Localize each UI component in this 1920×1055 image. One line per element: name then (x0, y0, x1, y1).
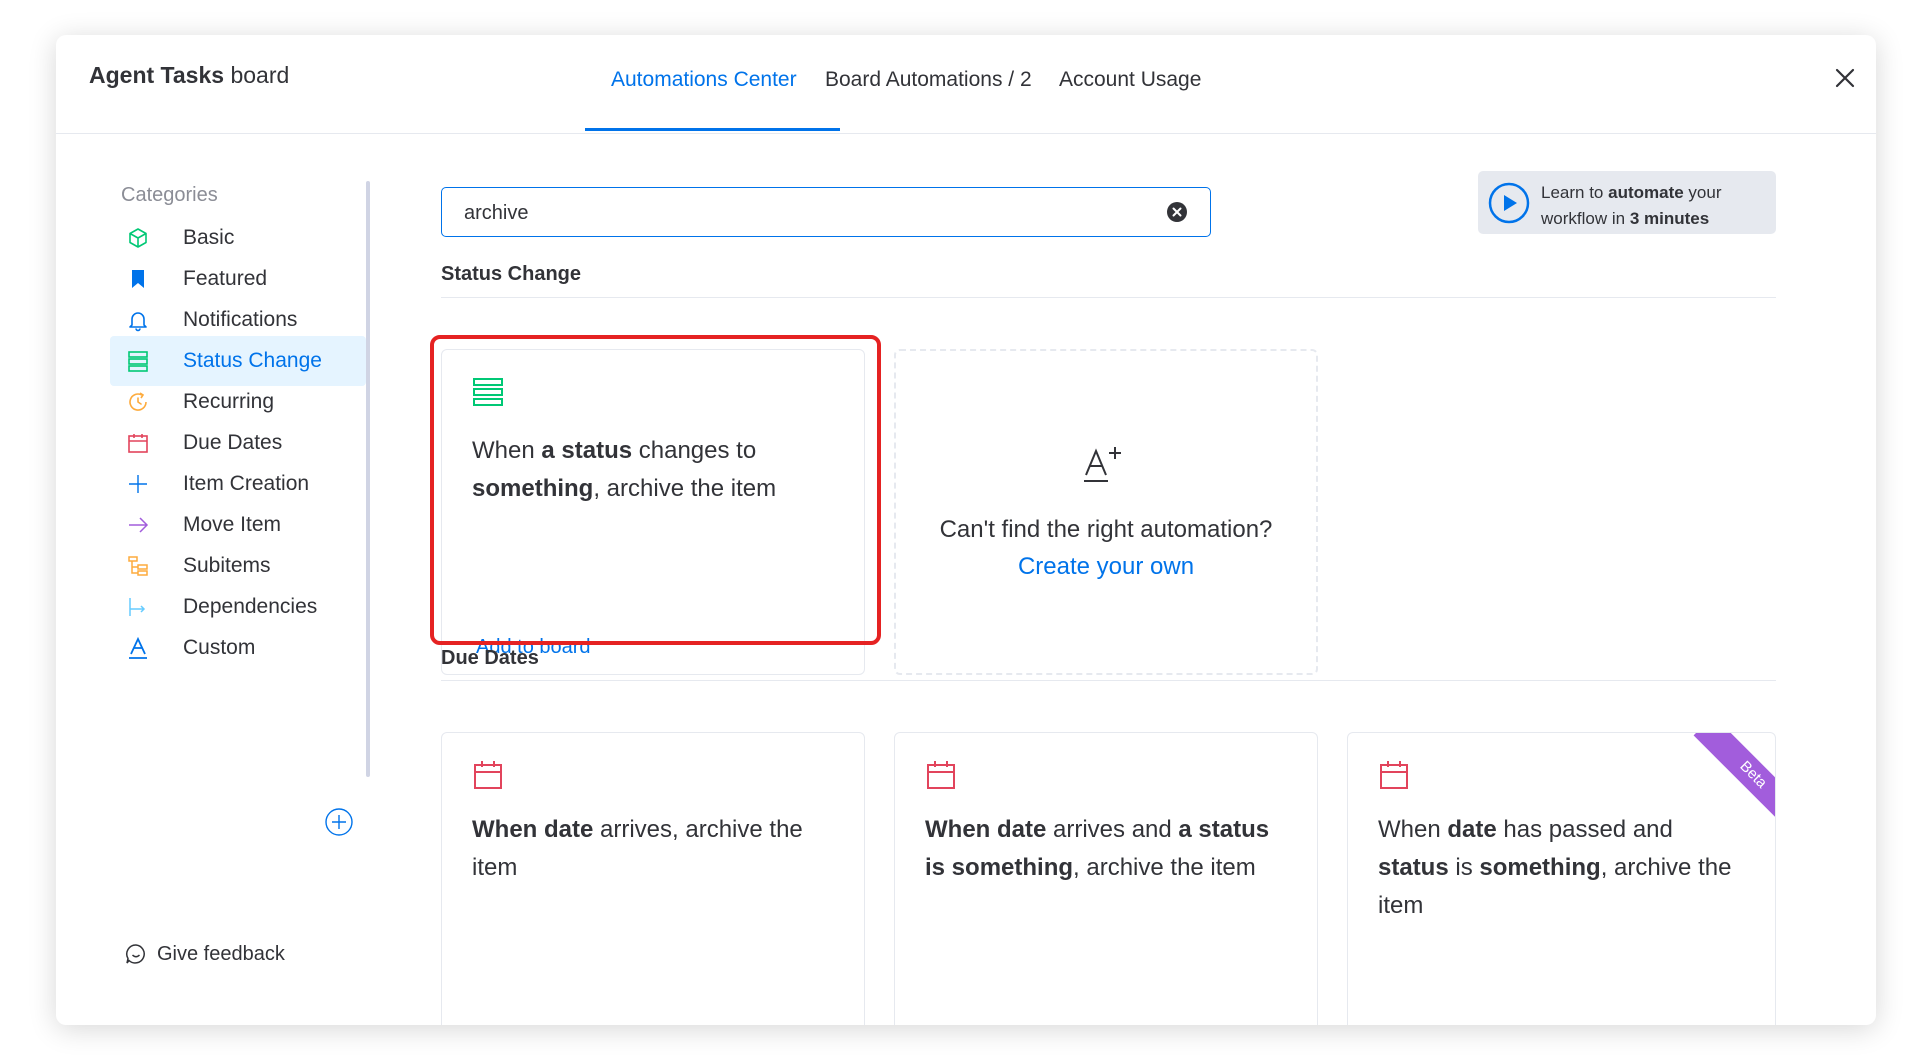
category-label: Item Creation (183, 472, 310, 495)
category-custom[interactable]: Custom (110, 623, 366, 673)
modal-header: Agent Tasks board Automations Center Boa… (56, 35, 1876, 134)
close-icon (1835, 68, 1855, 88)
recipe-placeholder-date: When date (925, 816, 1047, 843)
category-label: Status Change (183, 349, 322, 372)
automation-card-date-status-archive[interactable]: When date arrives and a status is someth… (894, 732, 1318, 1025)
highlight-box (430, 335, 881, 645)
play-circle-icon (1488, 182, 1530, 224)
plus-circle-icon (325, 808, 353, 836)
dependencies-icon (129, 598, 146, 616)
category-label: Move Item (183, 513, 282, 536)
active-tab-indicator (585, 128, 840, 131)
categories-sidebar: Categories Basic Featured Notifications … (56, 134, 386, 1025)
plus-icon (129, 475, 147, 493)
board-name: Agent Tasks (89, 62, 225, 88)
learn-text-bold: automate (1608, 183, 1684, 202)
recipe-part: , archive the item (1073, 854, 1256, 881)
board-title: Agent Tasks board (89, 62, 289, 89)
tab-automations-center[interactable]: Automations Center (611, 68, 797, 92)
sidebar-scrollbar[interactable] (366, 181, 370, 777)
calendar-icon (1380, 761, 1408, 789)
category-label: Basic (183, 226, 235, 249)
chat-smile-icon (126, 944, 145, 964)
learn-automate-text: Learn to automate your workflow in 3 min… (1541, 180, 1721, 232)
add-custom-button[interactable] (324, 807, 354, 837)
custom-a-plus-icon (1084, 447, 1121, 482)
recipe-placeholder-date: When date (472, 816, 594, 843)
category-label: Due Dates (183, 431, 283, 454)
category-label: Featured (183, 267, 268, 290)
category-label: Subitems (183, 554, 271, 577)
bookmark-icon (132, 270, 144, 288)
learn-text-part: Learn to (1541, 183, 1609, 202)
automation-recipe-text: When date arrives, archive the item (472, 811, 842, 887)
categories-title: Categories (121, 184, 218, 206)
automations-modal: Agent Tasks board Automations Center Boa… (56, 35, 1876, 1025)
cube-icon (129, 228, 147, 248)
tab-board-automations[interactable]: Board Automations / 2 (825, 68, 1032, 92)
category-label: Custom (183, 636, 256, 659)
calendar-icon (128, 434, 148, 453)
section-divider (441, 680, 1776, 681)
create-your-own-link[interactable]: Create your own (896, 553, 1316, 581)
learn-text-part: workflow in (1541, 209, 1630, 228)
custom-a-icon (129, 636, 147, 659)
clear-search-button[interactable] (1166, 201, 1188, 223)
create-own-question: Can't find the right automation? (939, 516, 1273, 543)
close-button[interactable] (1830, 63, 1860, 93)
board-suffix: board (230, 62, 290, 88)
recipe-part: arrives and (1046, 816, 1179, 843)
tab-account-usage[interactable]: Account Usage (1059, 68, 1201, 92)
learn-text-bold: 3 minutes (1629, 209, 1710, 228)
learn-text-part: your (1683, 183, 1722, 202)
calendar-icon (927, 761, 955, 789)
section-title-status-change: Status Change (441, 263, 582, 285)
clear-circle-icon (1167, 202, 1187, 222)
automation-card-date-archive[interactable]: When date arrives, archive the item (441, 732, 865, 1025)
beta-badge: Beta (1675, 733, 1775, 833)
category-label: Recurring (183, 390, 275, 413)
beta-ribbon-label: Beta (1693, 733, 1775, 833)
feedback-label: Give feedback (157, 943, 285, 965)
arrow-right-icon (129, 517, 149, 533)
learn-automate-video-button[interactable]: Learn to automate your workflow in 3 min… (1478, 171, 1776, 234)
bell-icon (129, 312, 147, 332)
recipe-part: has passed and (1496, 816, 1673, 843)
section-title-due-dates: Due Dates (441, 647, 539, 669)
recipe-placeholder-date: date (1447, 816, 1497, 843)
recipe-placeholder-status: status (1378, 854, 1449, 881)
search-field[interactable] (441, 187, 1211, 237)
category-label: Dependencies (183, 595, 318, 618)
automation-recipe-text: When date arrives and a status is someth… (925, 811, 1295, 887)
recipe-placeholder-something: something (1479, 854, 1601, 881)
search-input[interactable] (462, 198, 1146, 228)
section-divider (441, 297, 1776, 298)
status-list-icon (128, 351, 148, 372)
recurring-clock-icon (129, 392, 147, 411)
recipe-part: is (1448, 854, 1480, 881)
subitems-icon (128, 556, 148, 576)
calendar-icon (474, 761, 502, 789)
automation-card-date-passed-archive[interactable]: When date has passed and status is somet… (1347, 732, 1776, 1025)
create-own-card[interactable]: Can't find the right automation? Create … (894, 349, 1318, 675)
recipe-part: When (1378, 816, 1448, 843)
category-label: Notifications (183, 308, 298, 331)
